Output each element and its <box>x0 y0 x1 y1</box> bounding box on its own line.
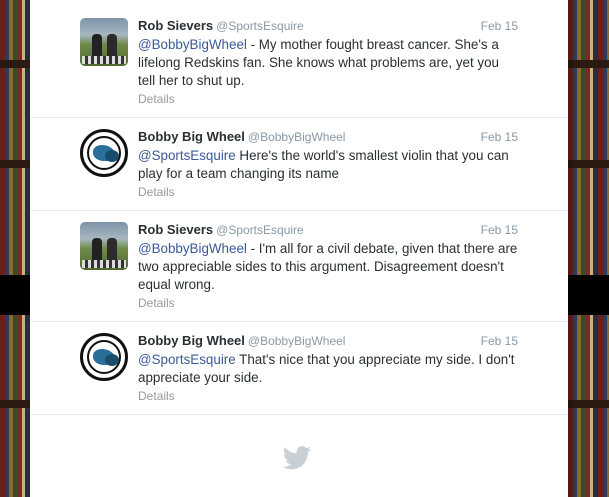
tweet-author[interactable]: Rob Sievers @SportsEsquire <box>138 18 304 33</box>
tweet: Bobby Big Wheel @BobbyBigWheel Feb 15 @Sp… <box>30 333 568 415</box>
tweet-text: @BobbyBigWheel - I'm all for a civil deb… <box>138 240 518 294</box>
details-link[interactable]: Details <box>138 92 175 106</box>
mention-link[interactable]: @BobbyBigWheel <box>138 37 247 52</box>
avatar[interactable] <box>80 18 128 66</box>
author-handle[interactable]: @SportsEsquire <box>216 19 304 33</box>
tweet-timeline: Rob Sievers @SportsEsquire Feb 15 @BobbyB… <box>30 0 576 497</box>
tweet: Bobby Big Wheel @BobbyBigWheel Feb 15 @Sp… <box>30 129 568 211</box>
avatar[interactable] <box>80 333 128 381</box>
tweet-date[interactable]: Feb 15 <box>481 334 518 348</box>
avatar[interactable] <box>80 129 128 177</box>
tweet: Rob Sievers @SportsEsquire Feb 15 @BobbyB… <box>30 222 568 322</box>
tweet-author[interactable]: Rob Sievers @SportsEsquire <box>138 222 304 237</box>
tweet-text: @SportsEsquire That's nice that you appr… <box>138 351 518 387</box>
tweet-author[interactable]: Bobby Big Wheel @BobbyBigWheel <box>138 129 345 144</box>
tweet-date[interactable]: Feb 15 <box>481 223 518 237</box>
tweet-text: @BobbyBigWheel - My mother fought breast… <box>138 36 518 90</box>
details-link[interactable]: Details <box>138 389 175 403</box>
mention-link[interactable]: @SportsEsquire <box>138 148 236 163</box>
mention-link[interactable]: @BobbyBigWheel <box>138 241 247 256</box>
tweet-author[interactable]: Bobby Big Wheel @BobbyBigWheel <box>138 333 345 348</box>
background-bookshelf-left <box>0 0 30 497</box>
avatar[interactable] <box>80 222 128 270</box>
tweet-date[interactable]: Feb 15 <box>481 130 518 144</box>
twitter-bird-icon[interactable] <box>282 446 312 470</box>
tweet: Rob Sievers @SportsEsquire Feb 15 @BobbyB… <box>30 18 568 118</box>
tweet-text: @SportsEsquire Here's the world's smalle… <box>138 147 518 183</box>
author-handle[interactable]: @BobbyBigWheel <box>248 334 346 348</box>
author-name[interactable]: Bobby Big Wheel <box>138 129 245 144</box>
author-name[interactable]: Bobby Big Wheel <box>138 333 245 348</box>
author-handle[interactable]: @SportsEsquire <box>216 223 304 237</box>
mention-link[interactable]: @SportsEsquire <box>138 352 236 367</box>
author-name[interactable]: Rob Sievers <box>138 222 213 237</box>
author-name[interactable]: Rob Sievers <box>138 18 213 33</box>
details-link[interactable]: Details <box>138 296 175 310</box>
tweet-date[interactable]: Feb 15 <box>481 19 518 33</box>
details-link[interactable]: Details <box>138 185 175 199</box>
author-handle[interactable]: @BobbyBigWheel <box>248 130 346 144</box>
